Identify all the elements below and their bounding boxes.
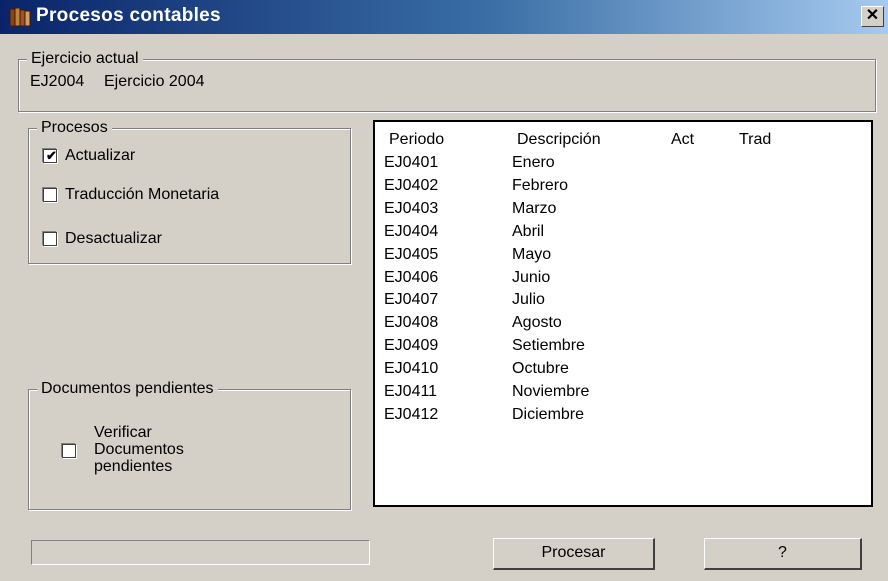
periods-list[interactable]: Periodo Descripción Act Trad EJ0401 Enero… bbox=[373, 120, 873, 507]
header-trad[interactable]: Trad bbox=[739, 130, 771, 150]
header-descripcion[interactable]: Descripción bbox=[517, 130, 601, 150]
traduccion-monetaria-label: Traducción Monetaria bbox=[65, 186, 220, 203]
verificar-documentos-checkbox[interactable]: Verificar Documentos pendientes bbox=[59, 424, 259, 486]
ejercicio-legend: Ejercicio actual bbox=[27, 49, 143, 69]
period-code: EJ0410 bbox=[384, 360, 439, 378]
period-code: EJ0402 bbox=[384, 176, 439, 194]
header-act[interactable]: Act bbox=[671, 130, 694, 150]
ejercicio-code: EJ2004 bbox=[30, 73, 85, 90]
period-description: Agosto bbox=[512, 314, 562, 332]
table-row[interactable]: EJ0411 Noviembre bbox=[375, 382, 871, 405]
table-row[interactable]: EJ0402 Febrero bbox=[375, 176, 871, 199]
period-description: Julio bbox=[512, 291, 545, 309]
table-row[interactable]: EJ0410 Octubre bbox=[375, 359, 871, 382]
period-code: EJ0409 bbox=[384, 337, 439, 355]
book-stack-icon bbox=[9, 7, 31, 27]
verificar-label-line1: Verificar bbox=[94, 424, 152, 441]
table-row[interactable]: EJ0408 Agosto bbox=[375, 313, 871, 336]
help-button[interactable]: ? bbox=[704, 538, 862, 570]
desactualizar-checkbox[interactable]: Desactualizar bbox=[41, 229, 321, 251]
period-description: Diciembre bbox=[512, 405, 585, 423]
procesar-button[interactable]: Procesar bbox=[493, 538, 655, 570]
table-row[interactable]: EJ0409 Setiembre bbox=[375, 336, 871, 359]
title-bar[interactable]: Procesos contables ✕ bbox=[0, 0, 888, 34]
ejercicio-group: Ejercicio actual EJ2004 Ejercicio 2004 bbox=[18, 49, 876, 112]
table-row[interactable]: EJ0406 Junio bbox=[375, 268, 871, 291]
actualizar-checkbox[interactable]: ✔ Actualizar bbox=[41, 146, 321, 168]
period-code: EJ0406 bbox=[384, 268, 439, 286]
period-code: EJ0403 bbox=[384, 199, 439, 217]
table-row[interactable]: EJ0405 Mayo bbox=[375, 245, 871, 268]
period-description: Octubre bbox=[512, 360, 569, 378]
procesos-legend: Procesos bbox=[37, 118, 112, 138]
table-row[interactable]: EJ0404 Abril bbox=[375, 222, 871, 245]
table-row[interactable]: EJ0401 Enero bbox=[375, 153, 871, 176]
period-code: EJ0411 bbox=[384, 383, 438, 400]
actualizar-label: Actualizar bbox=[65, 147, 136, 164]
checkbox-box[interactable] bbox=[43, 232, 57, 246]
checkmark-icon: ✔ bbox=[46, 148, 57, 163]
table-row[interactable]: EJ0407 Julio bbox=[375, 290, 871, 313]
period-code: EJ0407 bbox=[384, 291, 439, 309]
period-description: Noviembre bbox=[512, 383, 590, 400]
documentos-legend: Documentos pendientes bbox=[37, 379, 218, 399]
window-title: Procesos contables bbox=[36, 5, 221, 26]
period-description: Marzo bbox=[512, 199, 557, 217]
period-description: Mayo bbox=[512, 245, 552, 263]
checkbox-box[interactable] bbox=[43, 188, 57, 202]
table-row[interactable]: EJ0412 Diciembre bbox=[375, 405, 871, 428]
header-periodo[interactable]: Periodo bbox=[389, 130, 444, 150]
ejercicio-description: Ejercicio 2004 bbox=[104, 73, 205, 90]
close-button[interactable]: ✕ bbox=[861, 6, 884, 27]
period-description: Junio bbox=[512, 268, 551, 286]
traduccion-monetaria-checkbox[interactable]: Traducción Monetaria bbox=[41, 185, 336, 207]
period-code: EJ0412 bbox=[384, 405, 439, 423]
period-code: EJ0401 bbox=[384, 154, 439, 171]
period-code: EJ0404 bbox=[384, 222, 439, 240]
period-code: EJ0405 bbox=[384, 245, 439, 263]
table-row[interactable]: EJ0403 Marzo bbox=[375, 199, 871, 222]
documentos-group: Documentos pendientes Verificar Document… bbox=[28, 379, 351, 510]
checkbox-box[interactable] bbox=[62, 444, 76, 458]
verificar-label-line2: Documentos bbox=[94, 441, 184, 458]
verificar-label-line3: pendientes bbox=[94, 458, 173, 475]
period-description: Setiembre bbox=[512, 337, 585, 355]
period-description: Febrero bbox=[512, 176, 569, 194]
checkbox-box[interactable]: ✔ bbox=[43, 149, 57, 163]
procesos-group: Procesos ✔ Actualizar Traducción Monetar… bbox=[28, 118, 351, 264]
period-code: EJ0408 bbox=[384, 314, 439, 332]
period-description: Abril bbox=[512, 222, 545, 240]
status-bar bbox=[31, 540, 370, 565]
desactualizar-label: Desactualizar bbox=[65, 230, 162, 247]
close-icon: ✕ bbox=[865, 7, 880, 24]
period-description: Enero bbox=[512, 154, 555, 171]
